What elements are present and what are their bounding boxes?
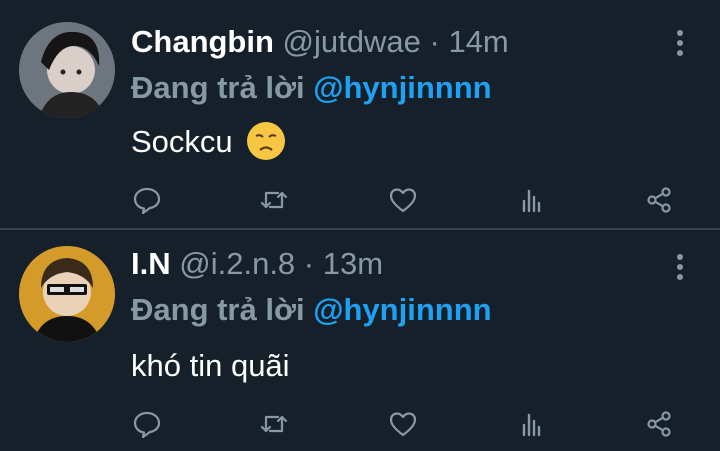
reply-prefix: Đang trả lời xyxy=(131,292,305,327)
reply-prefix: Đang trả lời xyxy=(131,70,305,105)
avatar-in-icon xyxy=(19,246,115,342)
timestamp[interactable]: 13m xyxy=(323,246,383,281)
separator: · xyxy=(429,24,440,59)
tweet[interactable]: I.N @i.2.n.8 · 13m Đang trả lời @hynjinn… xyxy=(0,230,720,451)
avatar-changbin-icon xyxy=(19,22,115,118)
more-options-icon[interactable] xyxy=(672,28,688,58)
reply-icon[interactable] xyxy=(127,404,167,444)
timestamp[interactable]: 14m xyxy=(448,24,508,59)
share-icon[interactable] xyxy=(639,180,679,220)
display-name[interactable]: Changbin xyxy=(131,24,274,59)
like-icon[interactable] xyxy=(383,180,423,220)
user-handle[interactable]: @i.2.n.8 xyxy=(179,246,295,281)
tweet-text: khó tin quãi xyxy=(131,348,290,383)
avatar[interactable] xyxy=(19,246,115,342)
share-icon[interactable] xyxy=(639,404,679,444)
tweet-header: Changbin @jutdwae · 14m xyxy=(131,24,509,60)
avatar[interactable] xyxy=(19,22,115,118)
replying-to: Đang trả lời @hynjinnnn xyxy=(131,70,492,106)
tweet-text: Sockcu xyxy=(131,122,286,160)
display-name[interactable]: I.N xyxy=(131,246,171,281)
mention-link[interactable]: @hynjinnnn xyxy=(313,70,491,105)
separator: · xyxy=(303,246,315,281)
analytics-icon[interactable] xyxy=(511,180,551,220)
user-handle[interactable]: @jutdwae xyxy=(283,24,421,59)
more-options-icon[interactable] xyxy=(672,252,688,282)
tweet-text-content: Sockcu xyxy=(131,124,233,159)
tweet-header: I.N @i.2.n.8 · 13m xyxy=(131,246,383,282)
replying-to: Đang trả lời @hynjinnnn xyxy=(131,292,492,328)
tweet-actions xyxy=(0,404,720,444)
tweet-actions xyxy=(0,180,720,220)
mention-link[interactable]: @hynjinnnn xyxy=(313,292,491,327)
like-icon[interactable] xyxy=(383,404,423,444)
retweet-icon[interactable] xyxy=(254,180,294,220)
analytics-icon[interactable] xyxy=(511,404,551,444)
disappointed-face-icon xyxy=(247,122,286,160)
retweet-icon[interactable] xyxy=(254,404,294,444)
tweet[interactable]: Changbin @jutdwae · 14m Đang trả lời @hy… xyxy=(0,0,720,228)
reply-icon[interactable] xyxy=(127,180,167,220)
